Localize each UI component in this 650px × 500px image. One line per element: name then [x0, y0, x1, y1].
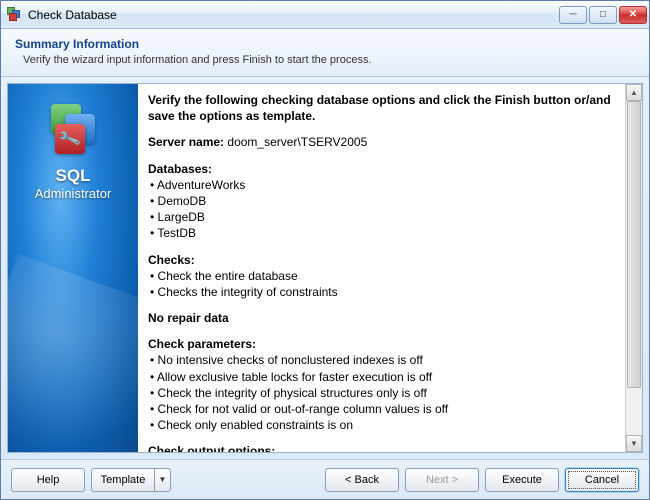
execute-button[interactable]: Execute: [485, 468, 559, 492]
cancel-button[interactable]: Cancel: [565, 468, 639, 492]
summary-panel: Verify the following checking database o…: [138, 84, 642, 452]
list-item: No intensive checks of nonclustered inde…: [150, 352, 619, 368]
wizard-sidebar: 🔧 SQL Administrator: [8, 84, 138, 452]
checks-heading: Checks:: [148, 252, 619, 268]
help-button[interactable]: Help: [11, 468, 85, 492]
maximize-button[interactable]: □: [589, 6, 617, 24]
vertical-scrollbar[interactable]: ▲ ▼: [625, 84, 642, 452]
params-heading: Check parameters:: [148, 336, 619, 352]
server-name-value: doom_server\TSERV2005: [227, 135, 367, 149]
product-logo-icon: 🔧: [45, 102, 101, 158]
scroll-thumb[interactable]: [627, 101, 641, 388]
params-list: No intensive checks of nonclustered inde…: [150, 352, 619, 433]
scroll-track[interactable]: [626, 101, 642, 435]
button-bar: Help Template ▼ < Back Next > Execute Ca…: [1, 459, 649, 499]
list-item: DemoDB: [150, 193, 619, 209]
list-item: Check for not valid or out-of-range colu…: [150, 401, 619, 417]
sidebar-title-2: Administrator: [35, 186, 112, 201]
wrench-icon: 🔧: [57, 126, 83, 152]
scroll-up-button[interactable]: ▲: [626, 84, 642, 101]
list-item: Checks the integrity of constraints: [150, 284, 619, 300]
page-subtitle: Verify the wizard input information and …: [15, 54, 635, 66]
page-title: Summary Information: [15, 37, 635, 51]
checks-list: Check the entire database Checks the int…: [150, 268, 619, 300]
summary-content: Verify the following checking database o…: [138, 84, 625, 452]
list-item: Check the integrity of physical structur…: [150, 385, 619, 401]
template-split-button: Template ▼: [91, 468, 171, 492]
next-button: Next >: [405, 468, 479, 492]
scroll-down-button[interactable]: ▼: [626, 435, 642, 452]
template-dropdown-button[interactable]: ▼: [155, 468, 171, 492]
template-button[interactable]: Template: [91, 468, 155, 492]
sidebar-title-1: SQL: [56, 166, 91, 186]
list-item: TestDB: [150, 225, 619, 241]
list-item: LargeDB: [150, 209, 619, 225]
close-button[interactable]: ✕: [619, 6, 647, 24]
list-item: AdventureWorks: [150, 177, 619, 193]
titlebar[interactable]: Check Database ─ □ ✕: [1, 1, 649, 29]
wizard-header: Summary Information Verify the wizard in…: [1, 29, 649, 77]
wizard-body: 🔧 SQL Administrator Verify the following…: [7, 83, 643, 453]
dialog-window: Check Database ─ □ ✕ Summary Information…: [0, 0, 650, 500]
window-title: Check Database: [28, 8, 559, 22]
app-icon: [7, 7, 23, 23]
databases-list: AdventureWorks DemoDB LargeDB TestDB: [150, 177, 619, 242]
back-button[interactable]: < Back: [325, 468, 399, 492]
server-name-label: Server name:: [148, 135, 224, 149]
list-item: Check the entire database: [150, 268, 619, 284]
list-item: Allow exclusive table locks for faster e…: [150, 369, 619, 385]
output-heading: Check output options:: [148, 443, 619, 452]
window-controls: ─ □ ✕: [559, 6, 647, 24]
summary-instruction: Verify the following checking database o…: [148, 92, 619, 124]
chevron-down-icon: ▼: [159, 475, 167, 484]
minimize-button[interactable]: ─: [559, 6, 587, 24]
no-repair-heading: No repair data: [148, 310, 619, 326]
databases-heading: Databases:: [148, 161, 619, 177]
list-item: Check only enabled constraints is on: [150, 417, 619, 433]
